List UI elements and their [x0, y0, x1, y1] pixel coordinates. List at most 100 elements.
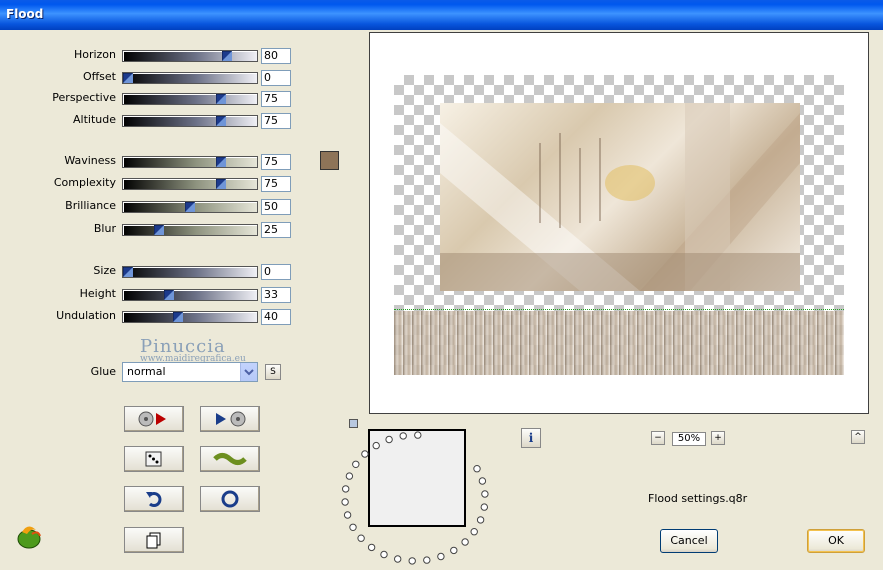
cancel-button[interactable]: Cancel: [660, 529, 718, 553]
ok-button[interactable]: OK: [807, 529, 865, 553]
blur-slider[interactable]: [122, 224, 258, 236]
brilliance-label: Brilliance: [65, 199, 116, 212]
title-bar: Flood: [0, 0, 883, 30]
blur-label: Blur: [93, 222, 116, 235]
perspective-slider-thumb[interactable]: [216, 94, 226, 104]
navigator-dot: [352, 460, 360, 468]
perspective-label: Perspective: [52, 91, 116, 104]
navigator-dot: [450, 546, 458, 555]
brilliance-slider[interactable]: [122, 201, 258, 213]
navigator-dot: [480, 503, 489, 511]
complexity-slider[interactable]: [122, 178, 258, 190]
navigator-dot: [380, 550, 388, 559]
zoom-level[interactable]: 50%: [672, 432, 706, 446]
blur-value-input[interactable]: 25: [261, 222, 291, 238]
waviness-label: Waviness: [64, 154, 116, 167]
complexity-label: Complexity: [53, 176, 116, 189]
zoom-out-button[interactable]: −: [651, 431, 665, 445]
horizon-slider[interactable]: [122, 50, 258, 62]
navigator-dot: [372, 441, 380, 450]
waviness-slider[interactable]: [122, 156, 258, 168]
height-slider-thumb[interactable]: [164, 290, 174, 300]
navigator-ring: [341, 431, 489, 565]
save-preset-button[interactable]: [200, 406, 260, 432]
size-slider-thumb[interactable]: [123, 267, 133, 277]
load-preset-button[interactable]: [124, 406, 184, 432]
brilliance-value-input[interactable]: 50: [261, 199, 291, 215]
complexity-slider-thumb[interactable]: [216, 179, 226, 189]
altitude-value-input[interactable]: 75: [261, 113, 291, 129]
navigator-dot: [408, 557, 416, 565]
size-label: Size: [93, 264, 116, 277]
navigator-dot: [343, 511, 352, 519]
complexity-value-input[interactable]: 75: [261, 176, 291, 192]
height-value-input[interactable]: 33: [261, 287, 291, 303]
waviness-value-input[interactable]: 75: [261, 154, 291, 170]
navigator-dot: [341, 498, 349, 506]
s-button-label: S: [270, 367, 276, 377]
glue-label: Glue: [90, 365, 116, 378]
window-title: Flood: [6, 7, 44, 21]
glue-select[interactable]: normal: [122, 362, 258, 382]
navigator-dot: [481, 490, 489, 498]
copy-button[interactable]: [124, 527, 184, 553]
undulation-value-input[interactable]: 40: [261, 309, 291, 325]
perspective-slider[interactable]: [122, 93, 258, 105]
height-slider[interactable]: [122, 289, 258, 301]
preview-pane[interactable]: [369, 32, 869, 414]
navigator-dot: [394, 555, 402, 563]
navigator-dot: [357, 534, 365, 542]
blur-slider-thumb[interactable]: [154, 225, 164, 235]
watermark: Pinuccia www.maidiregrafica.eu: [140, 336, 246, 364]
brilliance-slider-thumb[interactable]: [185, 202, 195, 212]
altitude-slider[interactable]: [122, 115, 258, 127]
zoom-out-label: −: [654, 433, 662, 443]
undulation-slider[interactable]: [122, 311, 258, 323]
chevron-down-icon[interactable]: [240, 363, 257, 381]
perspective-value-input[interactable]: 75: [261, 91, 291, 107]
zoom-in-label: +: [714, 433, 722, 443]
wave-button[interactable]: [200, 446, 260, 472]
info-icon[interactable]: i: [521, 428, 541, 448]
horizon-value-input[interactable]: 80: [261, 48, 291, 64]
size-value-input[interactable]: 0: [261, 264, 291, 280]
reset-button[interactable]: [124, 486, 184, 512]
info-label: i: [528, 431, 534, 445]
random-button[interactable]: [124, 446, 184, 472]
settings-filename: Flood settings.q8r: [648, 492, 748, 505]
navigator-dot: [341, 485, 350, 493]
zoom-in-button[interactable]: +: [711, 431, 725, 445]
undulation-label: Undulation: [56, 309, 116, 322]
waviness-slider-thumb[interactable]: [216, 157, 226, 167]
navigator-dot: [349, 523, 357, 532]
default-button[interactable]: [200, 486, 260, 512]
filter-logo-icon: [14, 522, 44, 553]
navigator-dot: [470, 528, 478, 536]
navigator-dot: [476, 516, 485, 524]
preview-image: [440, 103, 800, 291]
navigator-dot: [423, 556, 431, 564]
offset-slider-thumb[interactable]: [123, 73, 133, 83]
s-button[interactable]: S: [265, 364, 281, 380]
navigator-dot: [345, 472, 354, 480]
navigator-dot: [367, 543, 376, 552]
navigator-dot: [361, 450, 369, 458]
altitude-slider-thumb[interactable]: [216, 116, 226, 126]
navigator-dot: [385, 435, 393, 444]
undulation-slider-thumb[interactable]: [173, 312, 183, 322]
navigator-dot: [478, 477, 487, 485]
color-swatch[interactable]: [320, 151, 339, 170]
offset-value-input[interactable]: 0: [261, 70, 291, 86]
horizon-slider-thumb[interactable]: [222, 51, 232, 61]
size-slider[interactable]: [122, 266, 258, 278]
collapse-label: ^: [854, 432, 862, 442]
navigator-dot: [414, 431, 422, 439]
horizon-line: [394, 309, 844, 310]
altitude-label: Altitude: [73, 113, 116, 126]
navigator-dot: [437, 552, 445, 561]
collapse-button[interactable]: ^: [851, 430, 865, 444]
glue-value: normal: [127, 365, 166, 378]
navigator-dot: [399, 432, 407, 440]
offset-slider[interactable]: [122, 72, 258, 84]
horizon-label: Horizon: [73, 48, 116, 61]
